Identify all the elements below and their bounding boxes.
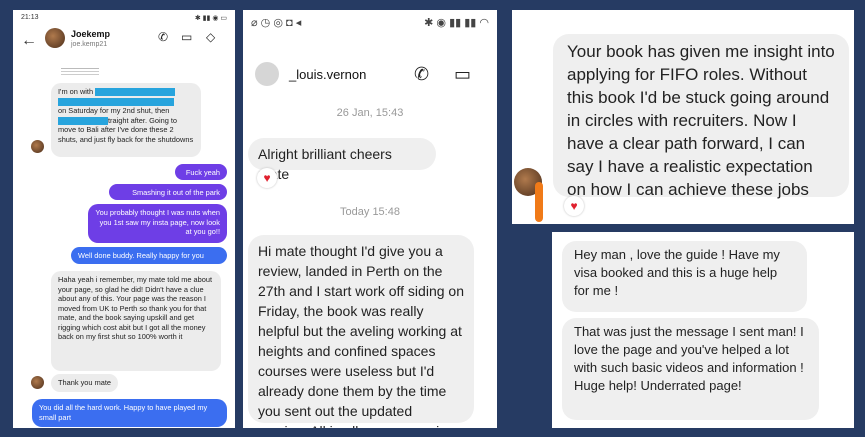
- status-icons: ✱ ▮▮ ◉ ▭: [194, 15, 227, 22]
- chat-screenshot-review: Your book has given me insight into appl…: [512, 10, 854, 224]
- redaction: [58, 116, 108, 125]
- contact-name[interactable]: Joekemp: [71, 29, 110, 39]
- status-icons-left: ⌀ ◷ ◎ ◘ ◂: [251, 17, 302, 29]
- contact-name[interactable]: _louis.vernon: [289, 67, 366, 82]
- timestamp: 26 Jan, 15:43: [336, 107, 404, 119]
- heart-reaction-icon: ♥: [257, 168, 277, 188]
- chat-screenshot-joekemp: 21:13 ✱ ▮▮ ◉ ▭ ← Joekemp joe.kemp21 ✆ ▭ …: [13, 10, 235, 428]
- message-incoming: Thank you mate: [51, 374, 118, 392]
- avatar: [31, 140, 44, 153]
- chat-screenshot-louis: ⌀ ◷ ◎ ◘ ◂ ✱ ◉ ▮▮ ▮▮ ◠ _louis.vernon ✆ ▭ …: [243, 10, 497, 428]
- status-time: 21:13: [21, 14, 39, 21]
- redaction: [58, 97, 174, 106]
- message-incoming: Alright brilliant cheers mate: [248, 138, 436, 182]
- redaction: [95, 88, 176, 97]
- message-incoming: Hi mate thought I'd give you a review, l…: [248, 235, 474, 428]
- back-arrow-icon[interactable]: ←: [21, 32, 37, 50]
- message-outgoing: You probably thought I was nuts when you…: [88, 204, 227, 243]
- avatar-badge: [535, 182, 543, 222]
- message-outgoing: Well done buddy. Really happy for you: [71, 247, 227, 264]
- chat-screenshot-guide: Hey man , love the guide ! Have my visa …: [552, 232, 854, 428]
- message-incoming: Your book has given me insight into appl…: [553, 34, 849, 199]
- message-outgoing: You did all the hard work. Happy to have…: [32, 399, 227, 427]
- message-incoming: Haha yeah i remember, my mate told me ab…: [51, 271, 221, 371]
- avatar[interactable]: [45, 28, 65, 48]
- message-incoming: Hey man , love the guide ! Have my visa …: [562, 241, 807, 312]
- phone-icon[interactable]: ✆: [414, 64, 429, 85]
- message-outgoing: Smashing it out of the park: [109, 184, 227, 200]
- contact-handle: joe.kemp21: [71, 41, 108, 48]
- message-incoming: That was just the message I sent man! I …: [562, 318, 819, 420]
- timestamp: Today 15:48: [340, 206, 400, 218]
- heart-reaction-icon: ♥: [564, 196, 584, 216]
- video-icon[interactable]: ▭: [454, 64, 471, 85]
- tag-icon[interactable]: ◇: [206, 30, 215, 44]
- placeholder-lines: [61, 68, 99, 69]
- message-incoming: I'm on with on Saturday for my 2nd shut,…: [51, 83, 201, 157]
- status-icons-right: ✱ ◉ ▮▮ ▮▮ ◠: [424, 17, 489, 29]
- avatar[interactable]: [255, 62, 279, 86]
- video-icon[interactable]: ▭: [181, 30, 192, 44]
- message-outgoing: Fuck yeah: [175, 164, 227, 180]
- avatar: [31, 376, 44, 389]
- chat-header: ← Joekemp joe.kemp21 ✆ ▭ ◇: [13, 24, 235, 64]
- phone-icon[interactable]: ✆: [158, 30, 168, 44]
